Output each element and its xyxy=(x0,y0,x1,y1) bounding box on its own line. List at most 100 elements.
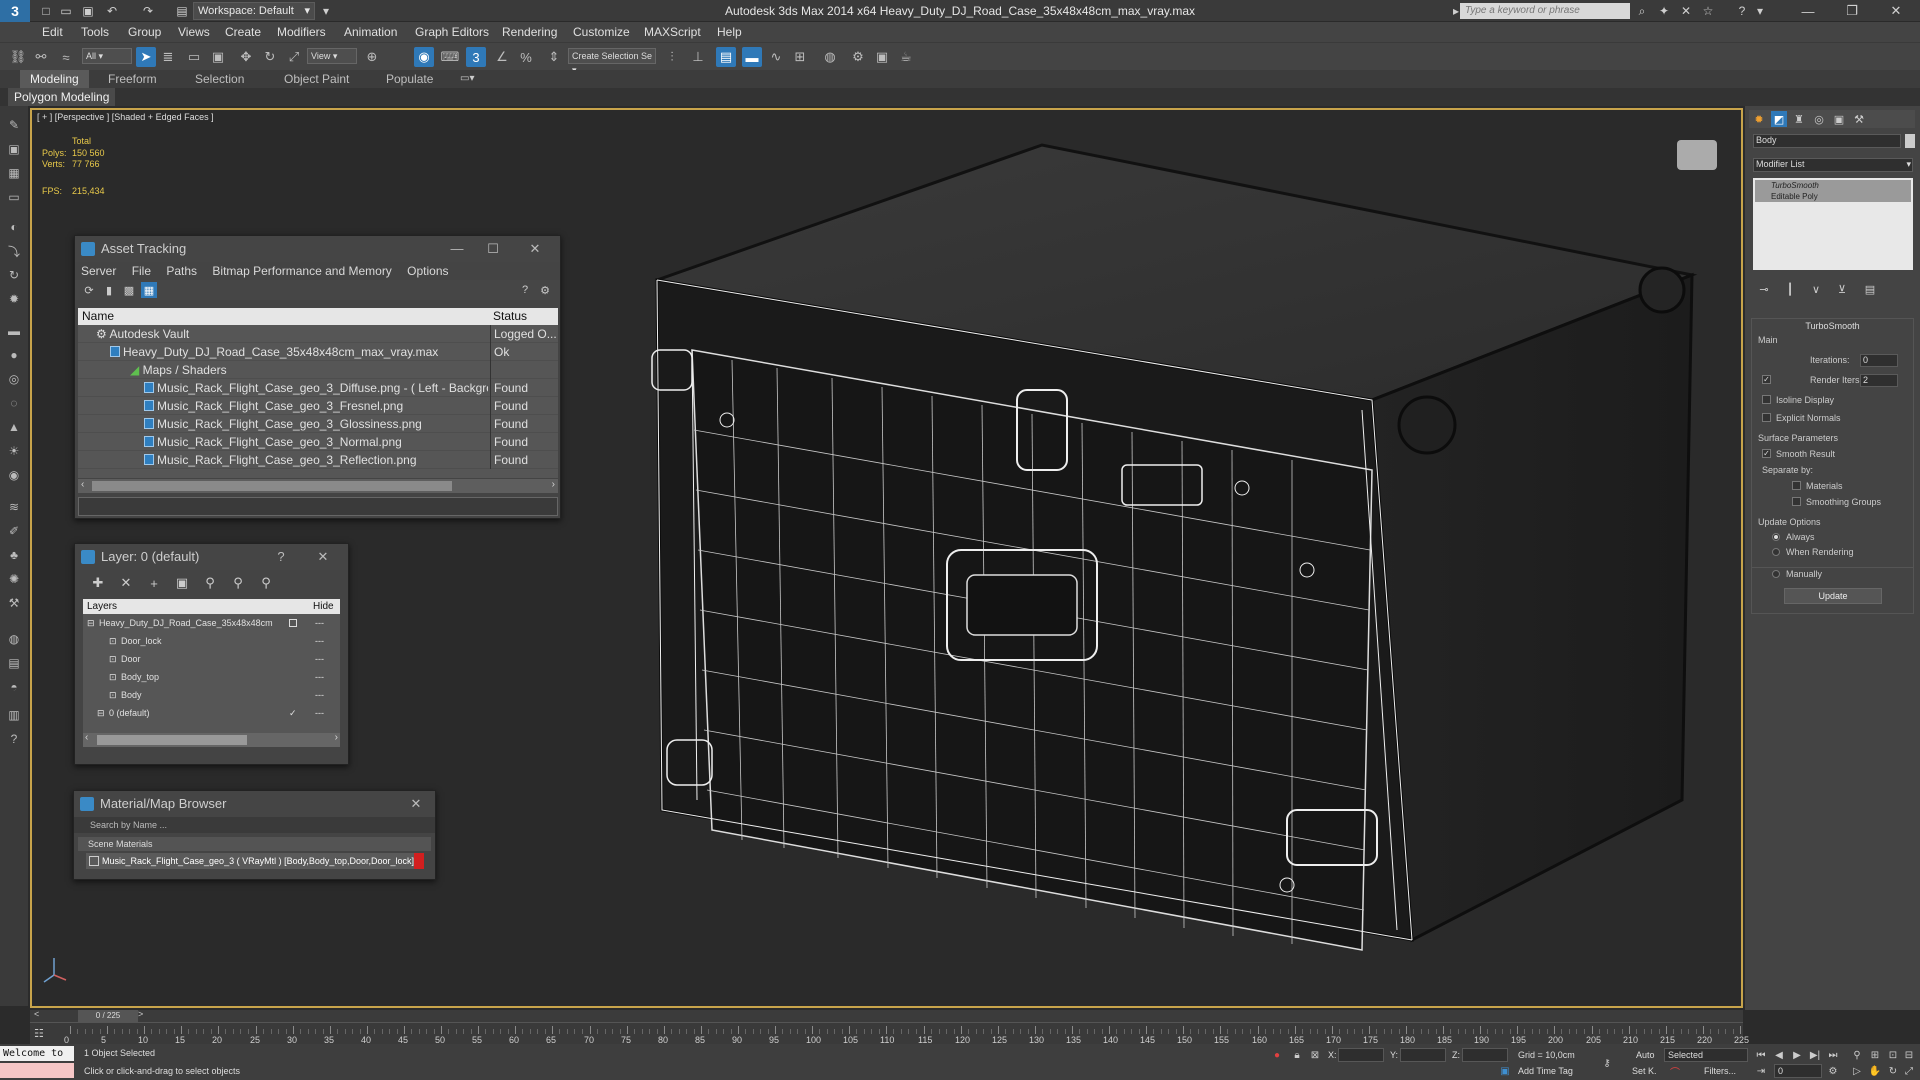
menu-rendering[interactable]: Rendering xyxy=(502,22,557,42)
sphere-icon[interactable]: ● xyxy=(5,346,23,364)
tab-object-paint[interactable]: Object Paint xyxy=(274,70,359,88)
layer-row[interactable]: ⊡ Body --- xyxy=(83,686,340,704)
hide-toggle[interactable]: --- xyxy=(315,614,324,632)
previous-frame-icon[interactable]: ◀ xyxy=(1772,1048,1786,1062)
brush-icon[interactable]: ✐ xyxy=(5,522,23,540)
open-file-icon[interactable]: ▭ xyxy=(58,3,74,19)
go-to-end-icon[interactable]: ⏭ xyxy=(1826,1048,1840,1062)
key-filter-dropdown[interactable]: Selected xyxy=(1664,1048,1748,1062)
link-icon[interactable]: ⛓ xyxy=(8,47,28,67)
key-mode-icon[interactable]: ⇥ xyxy=(1754,1064,1768,1078)
iterations-spinner[interactable]: 0 xyxy=(1860,354,1898,367)
rect-selection-icon[interactable]: ▭ xyxy=(184,47,204,67)
menu-tools[interactable]: Tools xyxy=(81,22,109,42)
selection-lock-icon[interactable]: 🔒︎ xyxy=(1290,1048,1304,1062)
percent-snap-icon[interactable]: % xyxy=(516,47,536,67)
save-file-icon[interactable]: ▣ xyxy=(80,3,96,19)
menu-graph-editors[interactable]: Graph Editors xyxy=(415,22,489,42)
material-browser-titlebar[interactable]: Material/Map Browser ✕ xyxy=(74,791,435,817)
scrollbar-thumb[interactable] xyxy=(92,481,452,491)
tab-modeling[interactable]: Modeling xyxy=(20,70,89,88)
next-frame-icon[interactable]: > xyxy=(138,1009,143,1019)
systems-icon[interactable]: ✹ xyxy=(5,290,23,308)
menu-bitmap-performance[interactable]: Bitmap Performance and Memory xyxy=(212,264,391,278)
restore-icon[interactable]: ❐ xyxy=(1830,0,1874,22)
bind-space-warp-icon[interactable]: ≈ xyxy=(56,47,76,67)
zoom-extents-all-icon[interactable]: ⊟ xyxy=(1902,1048,1916,1062)
manually-radio[interactable] xyxy=(1772,570,1780,578)
angle-snap-icon[interactable]: ∠ xyxy=(492,47,512,67)
smoothing-groups-checkbox[interactable] xyxy=(1792,497,1801,506)
rotate-icon[interactable]: ↻ xyxy=(260,47,280,67)
torus-icon[interactable]: ◌ xyxy=(5,394,23,412)
horizontal-scrollbar[interactable]: ‹ › xyxy=(83,732,340,747)
layer-row[interactable]: ⊡ Door --- xyxy=(83,650,340,668)
menu-group[interactable]: Group xyxy=(128,22,161,42)
spacewarps-icon[interactable]: ↻ xyxy=(5,266,23,284)
lights-icon[interactable]: ▭ xyxy=(5,188,23,206)
close-icon[interactable]: ✕ xyxy=(520,236,550,262)
help-dropdown-icon[interactable]: ▾ xyxy=(1752,3,1768,19)
exchange-icon[interactable]: ✕ xyxy=(1678,3,1694,19)
zoom-icon[interactable]: ⚲ xyxy=(1850,1048,1864,1062)
column-layers[interactable]: Layers xyxy=(87,599,117,614)
update-button[interactable]: Update xyxy=(1784,588,1882,604)
layer-manager-icon[interactable]: ▤ xyxy=(716,47,736,67)
time-tag-icon[interactable]: ▣ xyxy=(1498,1064,1512,1078)
pivot-center-icon[interactable]: ⊕ xyxy=(362,47,382,67)
snaps-toggle-icon[interactable]: 3 xyxy=(466,47,486,67)
maxscript-listener[interactable]: Welcome to xyxy=(0,1046,74,1061)
curve-editor-mini-icon[interactable]: ☷ xyxy=(34,1027,44,1040)
help-icon[interactable]: ? xyxy=(517,282,533,298)
pan-icon[interactable]: ✋ xyxy=(1868,1064,1882,1078)
menu-options[interactable]: Options xyxy=(407,264,448,278)
hide-toggle[interactable]: --- xyxy=(315,650,324,668)
new-file-icon[interactable]: □ xyxy=(38,3,54,19)
field-of-view-icon[interactable]: ▷ xyxy=(1850,1064,1864,1078)
refresh-icon[interactable]: ⟳ xyxy=(81,282,97,298)
maxscript-output[interactable] xyxy=(0,1063,74,1078)
prev-frame-icon[interactable]: < xyxy=(34,1009,39,1019)
hierarchy-tab-icon[interactable]: ♜ xyxy=(1791,111,1807,127)
table-row[interactable]: Music_Rack_Flight_Case_geo_3_Diffuse.png… xyxy=(78,379,558,397)
x-coordinate-field[interactable] xyxy=(1338,1048,1384,1062)
scroll-right-icon[interactable]: › xyxy=(335,732,338,743)
menu-maxscript[interactable]: MAXScript xyxy=(644,22,701,42)
asset-tracking-titlebar[interactable]: Asset Tracking — ☐ ✕ xyxy=(75,236,560,262)
helpers-icon[interactable]: ⤵ xyxy=(5,242,23,260)
stack-item[interactable]: TurboSmooth xyxy=(1755,180,1911,191)
workspace-dropdown[interactable]: Workspace: Default ▾ xyxy=(193,2,315,20)
display-tab-icon[interactable]: ▣ xyxy=(1831,111,1847,127)
hide-toggle[interactable]: --- xyxy=(315,704,324,722)
help-icon[interactable]: ? xyxy=(1734,3,1750,19)
column-name[interactable]: Name xyxy=(82,308,114,325)
script-icon[interactable]: ▤ xyxy=(5,654,23,672)
table-row[interactable]: Music_Rack_Flight_Case_geo_3_Glossiness.… xyxy=(78,415,558,433)
table-view-icon[interactable]: ▦ xyxy=(141,282,157,298)
tools-icon[interactable]: ✦ xyxy=(1656,3,1672,19)
column-hide[interactable]: Hide xyxy=(313,599,334,614)
explicit-normals-checkbox[interactable] xyxy=(1762,413,1771,422)
when-rendering-radio[interactable] xyxy=(1772,548,1780,556)
menu-views[interactable]: Views xyxy=(178,22,210,42)
mirror-icon[interactable]: ⫶ xyxy=(662,47,682,67)
select-objects-icon[interactable]: ▣ xyxy=(173,574,191,592)
material-editor-icon[interactable]: ◍ xyxy=(820,47,840,67)
show-end-result-icon[interactable]: ┃ xyxy=(1783,282,1797,296)
graphite-ribbon-icon[interactable]: ▬ xyxy=(742,47,762,67)
time-config-icon[interactable]: ⚙ xyxy=(1826,1064,1840,1078)
absolute-mode-icon[interactable]: ⊠ xyxy=(1308,1048,1322,1062)
rendered-frame-window-icon[interactable]: ▣ xyxy=(872,47,892,67)
table-row[interactable]: ◢ Maps / Shaders xyxy=(78,361,558,379)
go-to-start-icon[interactable]: ⏮ xyxy=(1754,1048,1768,1062)
utility-icon[interactable]: ⚒ xyxy=(5,594,23,612)
box-icon[interactable]: ▬ xyxy=(5,322,23,340)
shapes-icon[interactable]: ▦ xyxy=(5,164,23,182)
motion-tab-icon[interactable]: ◎ xyxy=(1811,111,1827,127)
minimize-icon[interactable]: — xyxy=(442,236,472,262)
render-icon[interactable]: ◓ xyxy=(5,678,23,696)
asset-path-field[interactable] xyxy=(78,497,558,516)
remove-modifier-icon[interactable]: ⊻ xyxy=(1835,282,1849,296)
curve-editor-icon[interactable]: ∿ xyxy=(766,47,786,67)
scale-icon[interactable]: ⤢ xyxy=(284,47,304,67)
